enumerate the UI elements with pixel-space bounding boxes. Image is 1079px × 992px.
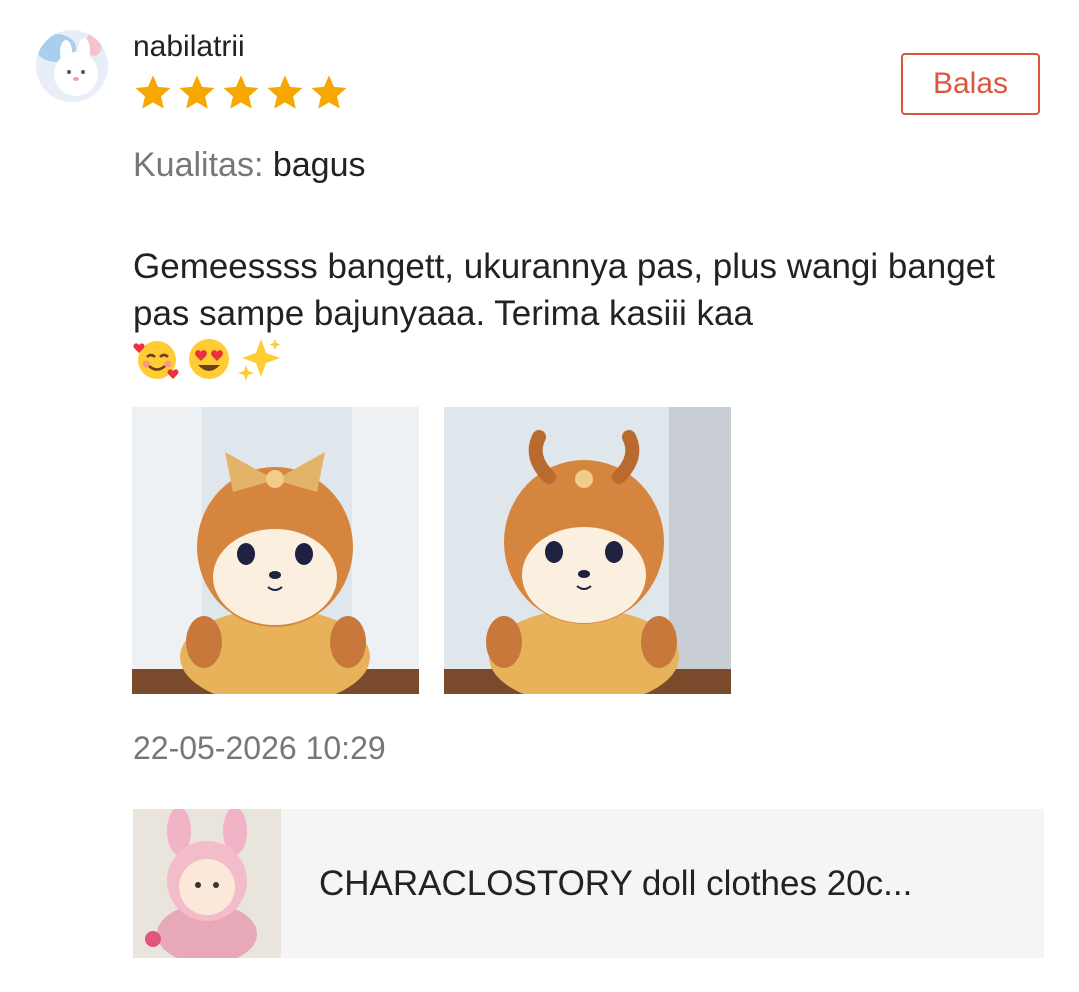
- reviewer-name[interactable]: nabilatrii: [133, 30, 245, 64]
- star-icon: [267, 75, 303, 109]
- avatar[interactable]: [36, 30, 108, 102]
- heart-eyes-icon: [189, 339, 229, 379]
- star-icon: [311, 75, 347, 109]
- quality-line: Kualitas: bagus: [133, 146, 366, 185]
- star-icon: [135, 75, 171, 109]
- quality-value: bagus: [272, 146, 366, 184]
- sparkles-icon: [238, 339, 281, 381]
- review-text: Gemeessss bangett, ukurannya pas, plus w…: [133, 247, 995, 333]
- smiling-face-with-hearts-icon: [133, 341, 179, 379]
- quality-label: Kualitas:: [133, 146, 264, 184]
- review-photo-1[interactable]: [132, 407, 419, 694]
- rating-stars: [133, 72, 349, 112]
- product-name[interactable]: CHARACLOSTORY doll clothes 20c...: [319, 864, 912, 904]
- star-icon: [223, 75, 259, 109]
- review-timestamp: 22-05-2026 10:29: [133, 730, 386, 766]
- review-photo-2[interactable]: [444, 407, 731, 694]
- review-emojis: [133, 335, 285, 383]
- reply-button[interactable]: Balas: [901, 53, 1040, 115]
- star-icon: [179, 75, 215, 109]
- product-thumbnail[interactable]: [133, 809, 281, 958]
- product-card[interactable]: CHARACLOSTORY doll clothes 20c...: [133, 809, 1044, 958]
